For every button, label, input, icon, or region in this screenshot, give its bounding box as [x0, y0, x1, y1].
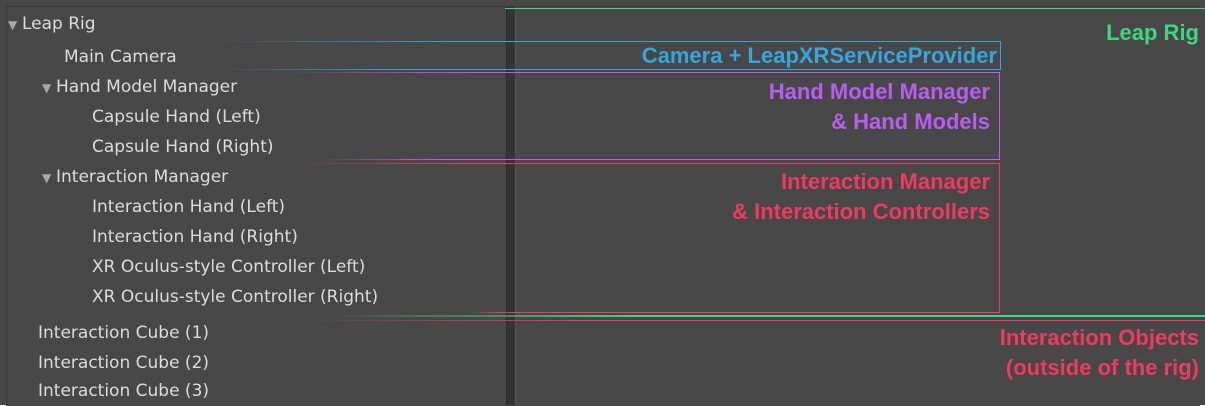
expand-arrow-icon[interactable]: ▼ [8, 11, 22, 39]
hierarchy-item-interaction-hand-right[interactable]: Interaction Hand (Right) [92, 223, 298, 251]
hand-models-annotation-line1: Hand Model Manager [768, 79, 990, 104]
hierarchy-item-label: Interaction Cube (1) [38, 323, 210, 343]
interaction-objects-annotation-line1: Interaction Objects [999, 325, 1199, 350]
hierarchy-item-label: Hand Model Manager [56, 77, 238, 97]
hierarchy-item-xr-controller-left[interactable]: XR Oculus-style Controller (Left) [92, 253, 365, 281]
hierarchy-item-interaction-cube-1[interactable]: Interaction Cube (1) [38, 319, 209, 347]
interaction-objects-line [300, 320, 1205, 321]
interaction-objects-annotation-line2: (outside of the rig) [1005, 355, 1199, 380]
interaction-manager-bottom-line [470, 312, 514, 313]
hierarchy-item-label: Main Camera [64, 47, 177, 67]
hierarchy-item-label: XR Oculus-style Controller (Left) [92, 257, 366, 277]
hierarchy-item-label: Interaction Cube (2) [38, 353, 210, 373]
camera-bottom-line [220, 69, 514, 70]
hierarchy-item-capsule-hand-left[interactable]: Capsule Hand (Left) [92, 103, 261, 131]
expand-arrow-icon[interactable]: ▼ [42, 164, 56, 192]
leap-rig-bottom-line [330, 315, 1205, 317]
hierarchy-item-xr-controller-right[interactable]: XR Oculus-style Controller (Right) [92, 283, 378, 311]
hierarchy-item-label: Leap Rig [22, 14, 96, 34]
hierarchy-item-interaction-manager[interactable]: ▼ Interaction Manager [42, 163, 228, 191]
interaction-manager-annotation-line2: & Interaction Controllers [732, 199, 990, 224]
hierarchy-item-main-camera[interactable]: Main Camera [64, 43, 177, 71]
interaction-manager-annotation-line1: Interaction Manager [780, 169, 990, 194]
hand-models-annotation-line2: & Hand Models [831, 109, 990, 134]
hierarchy-item-label: Capsule Hand (Right) [92, 137, 274, 157]
leap-rig-top-line [505, 8, 1205, 9]
hierarchy-item-interaction-hand-left[interactable]: Interaction Hand (Left) [92, 193, 285, 221]
hierarchy-item-label: Interaction Manager [56, 167, 229, 187]
hierarchy-item-label: Interaction Cube (3) [38, 381, 210, 401]
leap-rig-annotation: Leap Rig [1106, 20, 1199, 45]
camera-annotation: Camera + LeapXRServiceProvider [641, 43, 997, 68]
hierarchy-panel: ▼ Leap Rig Main Camera ▼ Hand Model Manage… [0, 0, 1205, 406]
hierarchy-item-interaction-cube-3[interactable]: Interaction Cube (3) [38, 377, 209, 405]
hierarchy-item-hand-model-manager[interactable]: ▼ Hand Model Manager [42, 73, 237, 101]
hierarchy-item-leap-rig[interactable]: ▼ Leap Rig [8, 10, 96, 38]
hierarchy-item-label: XR Oculus-style Controller (Right) [92, 287, 379, 307]
hierarchy-item-capsule-hand-right[interactable]: Capsule Hand (Right) [92, 133, 274, 161]
hand-models-bottom-line [320, 159, 514, 160]
hierarchy-item-label: Interaction Hand (Right) [92, 227, 298, 247]
hierarchy-item-interaction-cube-2[interactable]: Interaction Cube (2) [38, 349, 209, 377]
hierarchy-item-label: Capsule Hand (Left) [92, 107, 261, 127]
hierarchy-item-label: Interaction Hand (Left) [92, 197, 286, 217]
expand-arrow-icon[interactable]: ▼ [42, 74, 56, 102]
